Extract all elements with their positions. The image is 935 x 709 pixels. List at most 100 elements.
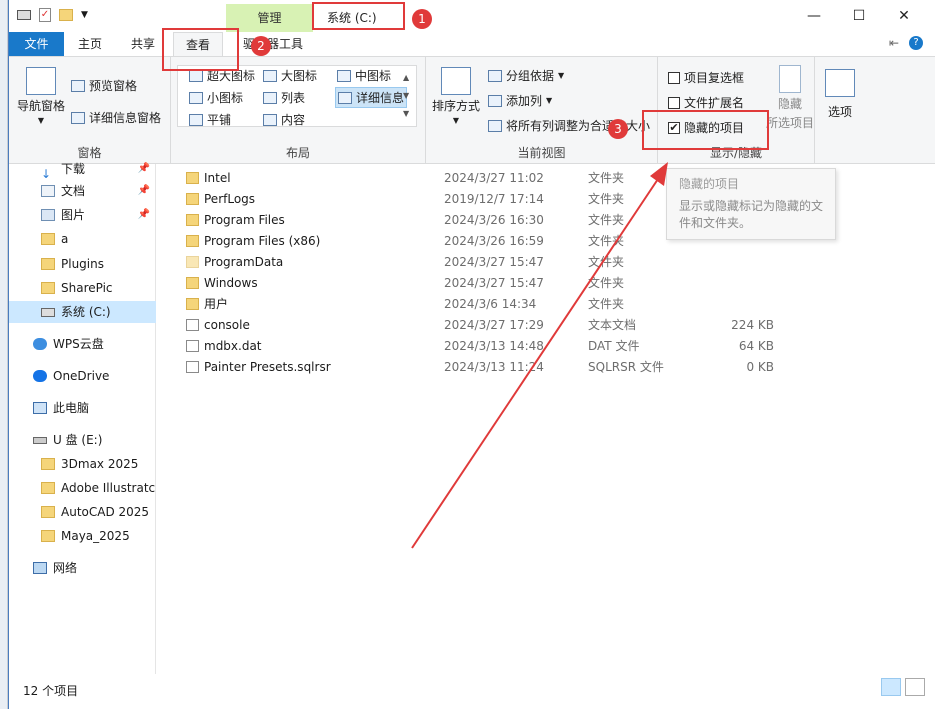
file-date: 2024/3/26 16:59 — [444, 234, 544, 248]
navigation-pane: ↓ 下载 📌 文档 📌 图片 📌 a Plugins SharePic 系统 (C:) … — [9, 162, 156, 674]
nav-item-label: U 盘 (E:) — [53, 433, 103, 447]
hide-selected-button[interactable]: 隐藏 所选项目 — [766, 65, 814, 131]
item-checkboxes-checkbox[interactable] — [668, 71, 680, 84]
tab-share[interactable]: 共享 — [119, 32, 167, 56]
drive-icon[interactable] — [17, 10, 31, 20]
tab-home[interactable]: 主页 — [66, 32, 114, 56]
nav-item-autocad[interactable]: AutoCAD 2025 — [9, 501, 156, 523]
options-group: 选项 — [815, 57, 867, 165]
sort-by-button[interactable]: 排序方式 ▼ — [432, 67, 480, 125]
tab-drive-tools[interactable]: 驱动器工具 — [231, 32, 315, 56]
explorer-window: ✓ ▼ 管理 系统 (C:) — ☐ ✕ 文件 主页 共享 查看 驱动器工具 ⇤… — [8, 0, 935, 709]
annotation-box-view-tab — [162, 28, 239, 71]
layout-small-icons[interactable]: 小图标 — [189, 89, 243, 106]
tab-file[interactable]: 文件 — [9, 32, 64, 56]
folder-icon — [41, 258, 55, 270]
nav-item-this-pc[interactable]: 此电脑 — [9, 397, 156, 419]
item-count: 12 个项目 — [23, 684, 79, 698]
customize-toolbar-icon[interactable]: ▼ — [81, 10, 88, 20]
preview-pane-label: 预览窗格 — [89, 79, 138, 93]
pictures-icon — [41, 209, 55, 221]
item-checkboxes-toggle[interactable]: 项目复选框 — [668, 69, 744, 86]
layout-item-label: 列表 — [281, 91, 306, 105]
folder-icon — [186, 172, 199, 184]
layout-scroll-arrows[interactable]: ▲ ▼ ▼ — [403, 69, 409, 123]
file-type: 文件夹 — [588, 255, 625, 269]
details-view-button[interactable] — [881, 678, 901, 696]
nav-pane-icon — [26, 67, 56, 95]
nav-item-usb-e[interactable]: U 盘 (E:) — [9, 429, 156, 451]
small-icons-icon — [189, 91, 203, 104]
file-date: 2019/12/7 17:14 — [444, 192, 544, 206]
nav-item-documents[interactable]: 文档 📌 — [9, 180, 156, 202]
layout-large-icons[interactable]: 大图标 — [263, 67, 317, 84]
file-extensions-toggle[interactable]: 文件扩展名 — [668, 94, 744, 111]
layout-details[interactable]: 详细信息 — [335, 87, 408, 108]
layout-medium-icons[interactable]: 中图标 — [337, 67, 391, 84]
tooltip-body: 显示或隐藏标记为隐藏的文件和文件夹。 — [679, 199, 824, 230]
help-icon[interactable]: ? — [909, 36, 923, 50]
nav-item-sharepic[interactable]: SharePic — [9, 277, 156, 299]
file-row[interactable]: Painter Presets.sqlrsr 2024/3/13 11:24 SQL… — [176, 357, 816, 378]
nav-item-label: Adobe Illustratc — [61, 481, 156, 495]
details-pane-icon — [71, 111, 85, 124]
nav-item-onedrive[interactable]: OneDrive — [9, 365, 156, 387]
folder-icon — [41, 233, 55, 245]
nav-item-maya[interactable]: Maya_2025 — [9, 525, 156, 547]
file-row[interactable]: console 2024/3/27 17:29 文本文档 224 KB — [176, 315, 816, 336]
nav-item-network[interactable]: 网络 — [9, 557, 156, 579]
maximize-button[interactable]: ☐ — [849, 6, 869, 26]
nav-pane-label: 导航窗格 — [17, 99, 66, 113]
preview-pane-button[interactable]: 预览窗格 — [71, 77, 137, 94]
list-icon — [263, 91, 277, 104]
minimize-button[interactable]: — — [804, 6, 824, 26]
close-button[interactable]: ✕ — [894, 6, 914, 26]
properties-icon[interactable]: ✓ — [39, 8, 51, 22]
status-bar: 12 个项目 — [9, 674, 935, 709]
layout-item-label: 大图标 — [281, 69, 318, 83]
nav-item-plugins[interactable]: Plugins — [9, 253, 156, 275]
file-name: Windows — [204, 276, 258, 290]
pin-ribbon-icon[interactable]: ⇤ — [889, 36, 899, 50]
nav-item-system-c[interactable]: 系统 (C:) — [9, 301, 156, 323]
file-row[interactable]: ProgramData 2024/3/27 15:47 文件夹 — [176, 252, 816, 273]
nav-pane-button[interactable]: 导航窗格 ▼ — [17, 67, 65, 125]
new-folder-icon[interactable] — [59, 9, 73, 21]
ribbon-panel: 导航窗格 ▼ 预览窗格 详细信息窗格 窗格 超大图标 大图标 中图标 小图标 列… — [9, 56, 935, 165]
nav-item-3dmax[interactable]: 3Dmax 2025 — [9, 453, 156, 475]
nav-item-wps-cloud[interactable]: WPS云盘 — [9, 333, 156, 355]
file-list: Intel 2024/3/27 11:02 文件夹 PerfLogs 2019/12/… — [164, 164, 935, 674]
nav-item-label: SharePic — [61, 281, 113, 295]
details-pane-button[interactable]: 详细信息窗格 — [71, 109, 161, 126]
file-extensions-checkbox[interactable] — [668, 96, 680, 109]
file-date: 2024/3/13 11:24 — [444, 360, 544, 374]
layout-list[interactable]: 列表 — [263, 89, 305, 106]
nav-item-pictures[interactable]: 图片 📌 — [9, 204, 156, 226]
manage-context-tab[interactable]: 管理 — [226, 4, 313, 32]
group-by-button[interactable]: 分组依据 ▼ — [488, 67, 564, 84]
add-column-label: 添加列 — [506, 94, 543, 108]
annotation-box-title — [312, 2, 405, 30]
layout-tiles[interactable]: 平铺 — [189, 111, 231, 128]
annotation-badge-2: 2 — [251, 36, 271, 56]
layout-content[interactable]: 内容 — [263, 111, 305, 128]
nav-item-illustrator[interactable]: Adobe Illustratc — [9, 477, 156, 499]
annotation-badge-3: 3 — [608, 119, 628, 139]
text-file-icon — [186, 319, 199, 331]
nav-item-downloads[interactable]: ↓ 下载 📌 — [9, 158, 156, 180]
folder-icon — [41, 458, 55, 470]
extra-large-icons-icon — [189, 69, 203, 82]
file-date: 2024/3/27 15:47 — [444, 255, 544, 269]
nav-item-a[interactable]: a — [9, 228, 156, 250]
nav-item-label: 下载 — [61, 162, 86, 176]
download-icon: ↓ — [41, 167, 52, 180]
current-view-group-label: 当前视图 — [517, 146, 566, 160]
file-row[interactable]: mdbx.dat 2024/3/13 14:48 DAT 文件 64 KB — [176, 336, 816, 357]
options-button[interactable]: 选项 — [825, 69, 855, 120]
file-row[interactable]: Windows 2024/3/27 15:47 文件夹 — [176, 273, 816, 294]
file-row[interactable]: 用户 2024/3/6 14:34 文件夹 — [176, 294, 816, 315]
large-icons-view-button[interactable] — [905, 678, 925, 696]
nav-item-label: Maya_2025 — [61, 529, 130, 543]
add-column-button[interactable]: 添加列 ▼ — [488, 92, 552, 109]
file-size: 224 KB — [731, 318, 774, 332]
